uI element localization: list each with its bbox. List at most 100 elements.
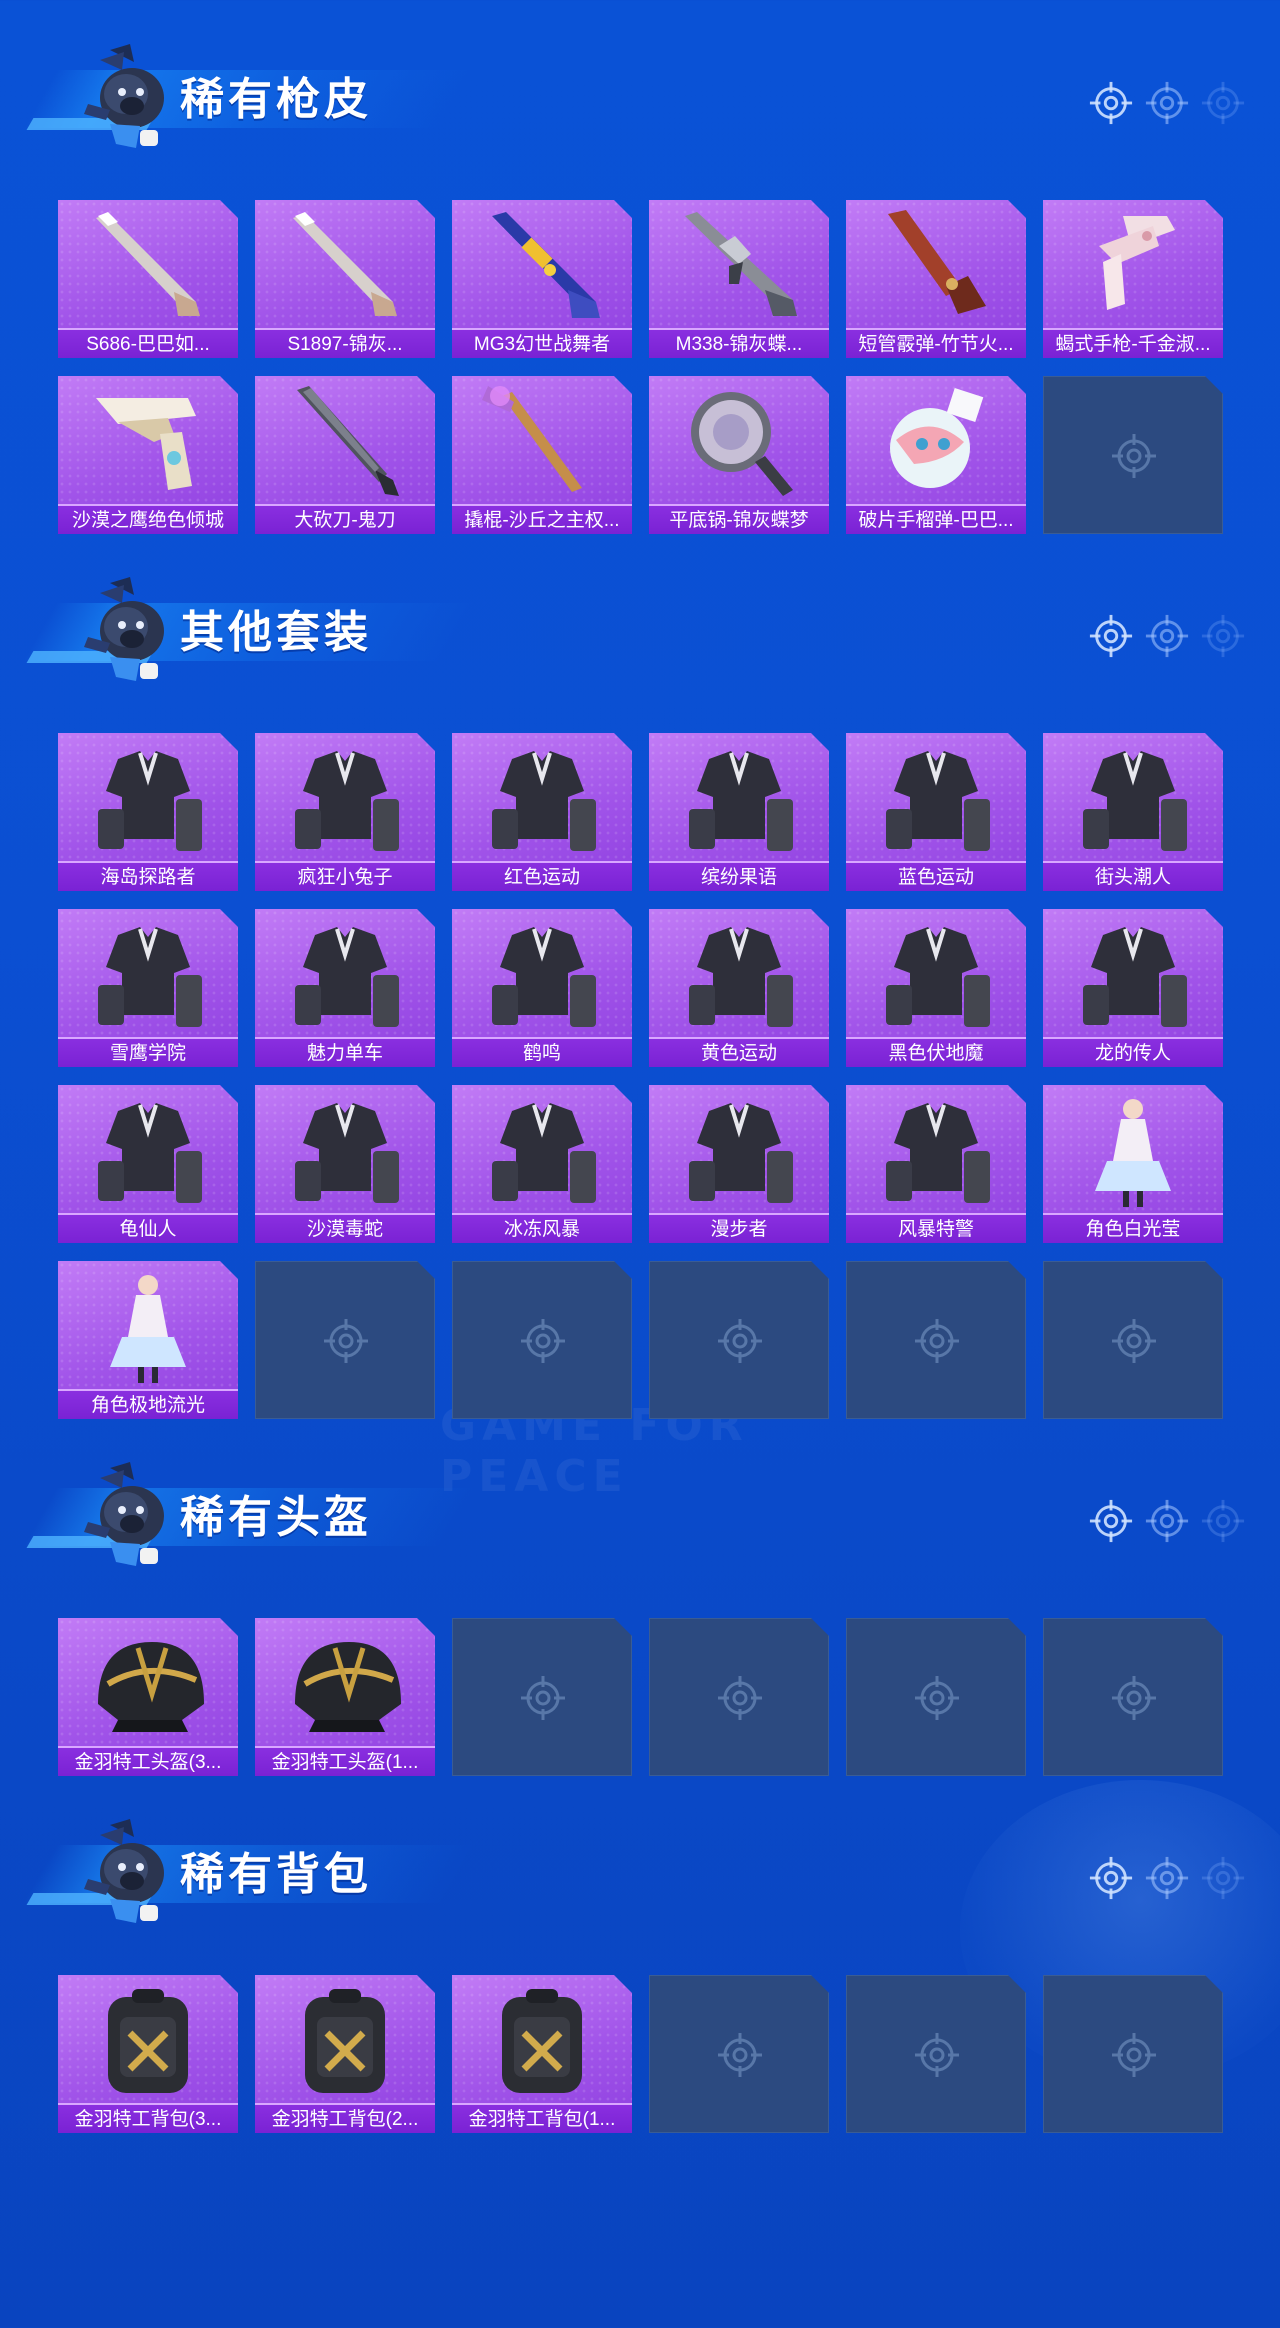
target-icon [1200, 1498, 1246, 1544]
item-name: MG3幻世战舞者 [452, 328, 632, 358]
item-name: 鹤鸣 [452, 1037, 632, 1067]
target-icon [913, 1674, 961, 1722]
item-card[interactable]: M338-锦灰蝶... [649, 200, 829, 358]
section-title: 其他套装 [180, 608, 372, 657]
item-card[interactable]: 撬棍-沙丘之主权... [452, 376, 632, 534]
target-icon [1110, 2031, 1158, 2079]
item-card[interactable]: 沙漠之鹰绝色倾城 [58, 376, 238, 534]
item-card[interactable]: 冰冻风暴 [452, 1085, 632, 1243]
outfit-icon [866, 915, 1006, 1033]
outfit-icon [472, 1091, 612, 1209]
item-card[interactable]: S1897-锦灰... [255, 200, 435, 358]
character-icon [1063, 1091, 1203, 1209]
outfit-icon [669, 739, 809, 857]
item-name: 冰冻风暴 [452, 1213, 632, 1243]
empty-slot [846, 1975, 1026, 2133]
item-card[interactable]: 短管霰弹-竹节火... [846, 200, 1026, 358]
target-icon [1200, 1855, 1246, 1901]
helmet-icon [275, 1624, 415, 1742]
item-name: 蓝色运动 [846, 861, 1026, 891]
item-card[interactable]: 鹤鸣 [452, 909, 632, 1067]
mascot-icon [70, 1815, 190, 1935]
item-card[interactable]: 平底锅-锦灰蝶梦 [649, 376, 829, 534]
item-card[interactable]: S686-巴巴如... [58, 200, 238, 358]
empty-slot [649, 1261, 829, 1419]
item-card[interactable]: 红色运动 [452, 733, 632, 891]
item-card[interactable]: 角色白光莹 [1043, 1085, 1223, 1243]
item-name: 金羽特工背包(3... [58, 2103, 238, 2133]
item-name: 黑色伏地魔 [846, 1037, 1026, 1067]
backpack-icon [275, 1981, 415, 2099]
item-card[interactable]: 疯狂小兔子 [255, 733, 435, 891]
outfit-icon [1063, 915, 1203, 1033]
item-card[interactable]: 蓝色运动 [846, 733, 1026, 891]
section-header: 稀有枪皮 [23, 40, 1250, 160]
item-name: 蝎式手枪-千金淑... [1043, 328, 1223, 358]
mascot-icon [70, 573, 190, 693]
target-icon [322, 1317, 370, 1365]
target-icon [1144, 1498, 1190, 1544]
pan-icon [669, 382, 809, 500]
empty-slot [649, 1618, 829, 1776]
item-name: 疯狂小兔子 [255, 861, 435, 891]
item-card[interactable]: 风暴特警 [846, 1085, 1026, 1243]
item-card[interactable]: 海岛探路者 [58, 733, 238, 891]
item-name: 角色极地流光 [58, 1389, 238, 1419]
machine-gun-icon [472, 206, 612, 324]
section-title: 稀有枪皮 [180, 75, 372, 124]
item-name: S686-巴巴如... [58, 328, 238, 358]
item-card[interactable]: 黑色伏地魔 [846, 909, 1026, 1067]
item-name: 漫步者 [649, 1213, 829, 1243]
item-name: 黄色运动 [649, 1037, 829, 1067]
item-card[interactable]: 漫步者 [649, 1085, 829, 1243]
target-icon [1144, 1855, 1190, 1901]
item-card[interactable]: 龟仙人 [58, 1085, 238, 1243]
item-card[interactable]: 沙漠毒蛇 [255, 1085, 435, 1243]
item-card[interactable]: 破片手榴弹-巴巴... [846, 376, 1026, 534]
item-card[interactable]: 金羽特工背包(2... [255, 1975, 435, 2133]
item-card[interactable]: 金羽特工背包(1... [452, 1975, 632, 2133]
item-card[interactable]: 金羽特工背包(3... [58, 1975, 238, 2133]
target-icon [519, 1317, 567, 1365]
target-icon [1088, 613, 1134, 659]
item-card[interactable]: 街头潮人 [1043, 733, 1223, 891]
machete-icon [275, 382, 415, 500]
item-card[interactable]: 龙的传人 [1043, 909, 1223, 1067]
outfit-icon [275, 1091, 415, 1209]
target-icon [1088, 80, 1134, 126]
item-name: 雪鹰学院 [58, 1037, 238, 1067]
empty-slot [1043, 376, 1223, 534]
item-card[interactable]: 黄色运动 [649, 909, 829, 1067]
item-card[interactable]: 魅力单车 [255, 909, 435, 1067]
outfit-icon [275, 915, 415, 1033]
section-title: 稀有头盔 [180, 1493, 372, 1542]
empty-slot [452, 1261, 632, 1419]
item-card[interactable]: 雪鹰学院 [58, 909, 238, 1067]
item-card[interactable]: 缤纷果语 [649, 733, 829, 891]
target-icon [716, 2031, 764, 2079]
outfit-icon [669, 1091, 809, 1209]
item-card[interactable]: 蝎式手枪-千金淑... [1043, 200, 1223, 358]
item-name: 缤纷果语 [649, 861, 829, 891]
item-card[interactable]: 金羽特工头盔(1... [255, 1618, 435, 1776]
item-card[interactable]: 金羽特工头盔(3... [58, 1618, 238, 1776]
outfit-icon [78, 915, 218, 1033]
item-card[interactable]: 角色极地流光 [58, 1261, 238, 1419]
item-name: 沙漠毒蛇 [255, 1213, 435, 1243]
target-icon [1200, 613, 1246, 659]
item-card[interactable]: MG3幻世战舞者 [452, 200, 632, 358]
target-icon [716, 1674, 764, 1722]
item-name: 沙漠之鹰绝色倾城 [58, 504, 238, 534]
outfit-icon [78, 1091, 218, 1209]
item-card[interactable]: 大砍刀-鬼刀 [255, 376, 435, 534]
target-icon [716, 1317, 764, 1365]
outfit-icon [78, 739, 218, 857]
item-name: 金羽特工背包(2... [255, 2103, 435, 2133]
item-name: 短管霰弹-竹节火... [846, 328, 1026, 358]
outfit-icon [866, 1091, 1006, 1209]
empty-slot [846, 1618, 1026, 1776]
item-name: 红色运动 [452, 861, 632, 891]
backpack-icon [78, 1981, 218, 2099]
item-name: 大砍刀-鬼刀 [255, 504, 435, 534]
item-name: 金羽特工头盔(3... [58, 1746, 238, 1776]
